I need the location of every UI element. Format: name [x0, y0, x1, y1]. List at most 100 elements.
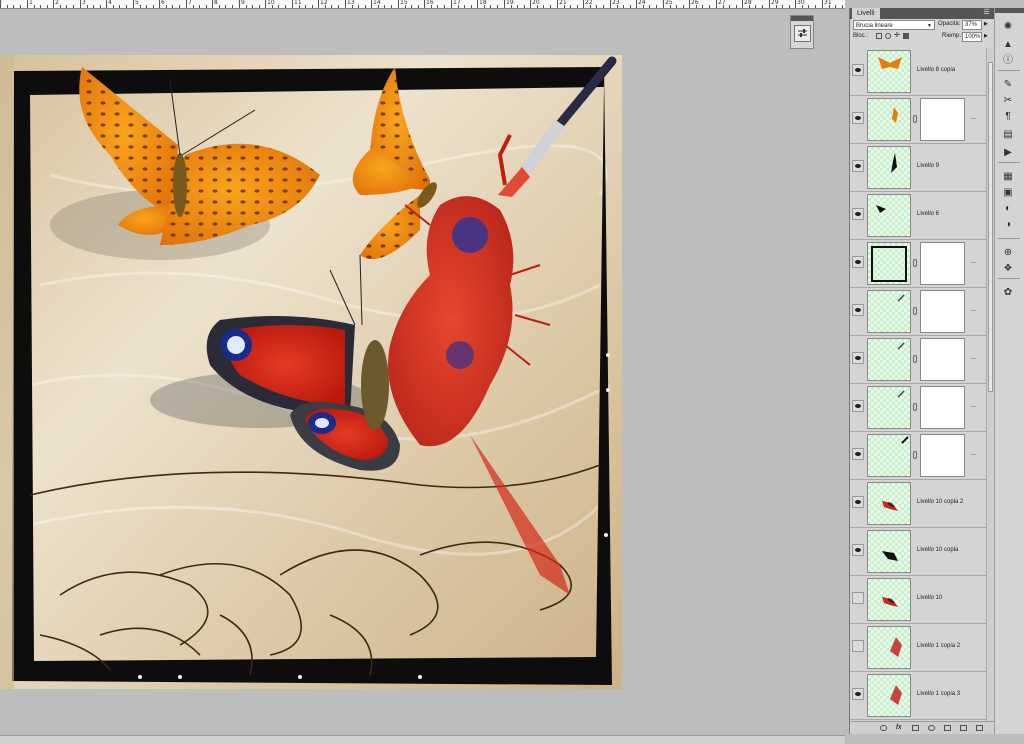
layer-row[interactable]: Livello 10 — [850, 576, 986, 624]
layer-row[interactable]: Livello 1 copia 2 — [850, 624, 986, 672]
delete-layer-icon[interactable] — [976, 725, 983, 731]
channels-icon[interactable]: ▣ — [999, 186, 1017, 200]
layer-thumbnail[interactable] — [867, 482, 911, 525]
layer-mask-thumbnail[interactable] — [920, 290, 965, 333]
panel-menu-icon[interactable]: ☰ — [982, 9, 991, 17]
layer-thumbnail[interactable] — [867, 146, 911, 189]
layers-icon[interactable]: ▦ — [999, 170, 1017, 184]
layer-row[interactable]: Livello 6 — [850, 192, 986, 240]
layer-row[interactable]: ... — [850, 336, 986, 384]
layers-scrollbar[interactable] — [986, 48, 994, 722]
scrollbar-thumb[interactable] — [988, 62, 993, 392]
layer-row[interactable]: ... — [850, 96, 986, 144]
masks-icon[interactable]: ◑ — [999, 218, 1017, 232]
paragraph-icon[interactable]: ▤ — [999, 128, 1017, 142]
layer-row[interactable]: ... — [850, 240, 986, 288]
info-icon[interactable]: ⓘ — [999, 54, 1017, 68]
lock-position-icon[interactable]: ✛ — [894, 32, 900, 39]
animation-icon[interactable]: ▶ — [999, 146, 1017, 160]
chain-link-icon[interactable] — [913, 355, 917, 363]
layer-row[interactable]: Livello 9 — [850, 144, 986, 192]
visibility-toggle[interactable] — [852, 496, 864, 508]
layer-thumbnail[interactable] — [867, 98, 911, 141]
visibility-toggle[interactable] — [852, 592, 864, 604]
visibility-toggle[interactable] — [852, 640, 864, 652]
collapsed-panel-header[interactable] — [791, 16, 813, 21]
new-group-icon[interactable] — [944, 725, 951, 731]
layer-thumbnail[interactable] — [867, 50, 911, 93]
layer-thumbnail[interactable] — [867, 242, 911, 285]
horizontal-scrollbar[interactable] — [0, 735, 845, 744]
layers-list: Livello 8 copia... Livello 9 Livello 6....… — [850, 48, 986, 722]
layer-thumbnail[interactable] — [867, 530, 911, 573]
chain-link-icon[interactable] — [913, 403, 917, 411]
layer-mask-thumbnail[interactable] — [920, 98, 965, 141]
visibility-toggle[interactable] — [852, 112, 864, 124]
layer-row[interactable]: ... — [850, 384, 986, 432]
layer-mask-thumbnail[interactable] — [920, 386, 965, 429]
layer-thumbnail[interactable] — [867, 386, 911, 429]
add-mask-icon[interactable] — [912, 725, 919, 731]
layer-row[interactable]: ... — [850, 432, 986, 480]
visibility-toggle[interactable] — [852, 208, 864, 220]
visibility-toggle[interactable] — [852, 160, 864, 172]
layer-thumbnail[interactable] — [867, 290, 911, 333]
actions-icon[interactable]: ▲ — [999, 38, 1017, 52]
chain-link-icon[interactable] — [913, 307, 917, 315]
brush-icon[interactable]: ✎ — [999, 78, 1017, 92]
lock-pixels-icon[interactable] — [885, 33, 891, 39]
layer-thumbnail[interactable] — [867, 674, 911, 717]
visibility-toggle[interactable] — [852, 352, 864, 364]
layer-thumbnail[interactable] — [867, 434, 911, 477]
new-layer-icon[interactable] — [960, 725, 967, 731]
fill-slider-icon[interactable]: ▶ — [984, 33, 988, 39]
lock-transparency-icon[interactable] — [876, 33, 882, 39]
visibility-toggle[interactable] — [852, 64, 864, 76]
ruler-tick — [93, 5, 94, 8]
adjustment-layer-icon[interactable] — [928, 725, 935, 731]
visibility-toggle[interactable] — [852, 688, 864, 700]
tool-presets-button[interactable] — [794, 25, 811, 42]
visibility-toggle[interactable] — [852, 400, 864, 412]
adjustments-icon[interactable]: ◐ — [999, 202, 1017, 216]
layer-row[interactable]: Livello 1 copia 3 — [850, 672, 986, 720]
clone-source-icon[interactable]: ✂ — [999, 94, 1017, 108]
chain-link-icon[interactable] — [913, 259, 917, 267]
history-icon[interactable]: ✺ — [999, 20, 1017, 34]
3d-icon[interactable]: ⊕ — [999, 246, 1017, 260]
layer-mask-thumbnail[interactable] — [920, 242, 965, 285]
layer-thumbnail[interactable] — [867, 578, 911, 621]
blend-mode-select[interactable]: Brucia lineare ▼ — [853, 20, 935, 30]
document-workspace[interactable] — [0, 9, 845, 744]
visibility-toggle[interactable] — [852, 544, 864, 556]
ruler-tick — [391, 5, 392, 8]
styles-icon[interactable]: ✿ — [999, 286, 1017, 300]
visibility-toggle[interactable] — [852, 256, 864, 268]
layer-mask-thumbnail[interactable] — [920, 338, 965, 381]
layer-row[interactable]: Livello 8 copia — [850, 48, 986, 96]
link-layers-icon[interactable] — [880, 725, 887, 731]
chain-link-icon[interactable] — [913, 115, 917, 123]
opacity-slider-icon[interactable]: ▶ — [984, 21, 988, 27]
tab-layers[interactable]: Livelli — [852, 8, 880, 19]
character-icon[interactable]: ¶ — [999, 110, 1017, 124]
dock-header[interactable] — [995, 8, 1024, 13]
lock-all-icon[interactable] — [903, 33, 909, 39]
layer-row[interactable]: ... — [850, 288, 986, 336]
layer-thumbnail[interactable] — [867, 338, 911, 381]
visibility-toggle[interactable] — [852, 448, 864, 460]
layer-mask-thumbnail[interactable] — [920, 434, 965, 477]
fill-field[interactable]: 100% — [962, 32, 982, 42]
artwork-canvas[interactable] — [0, 55, 622, 689]
collapsed-panel[interactable] — [790, 15, 814, 49]
layer-style-icon[interactable]: fx — [896, 724, 903, 731]
layer-row[interactable]: Livello 10 copia — [850, 528, 986, 576]
layer-thumbnail[interactable] — [867, 194, 911, 237]
chain-link-icon[interactable] — [913, 451, 917, 459]
layer-thumbnail[interactable] — [867, 626, 911, 669]
swatches-icon[interactable]: ❖ — [999, 262, 1017, 276]
dock-separator — [998, 70, 1020, 71]
opacity-field[interactable]: 37% — [962, 20, 982, 30]
visibility-toggle[interactable] — [852, 304, 864, 316]
layer-row[interactable]: Livello 10 copia 2 — [850, 480, 986, 528]
